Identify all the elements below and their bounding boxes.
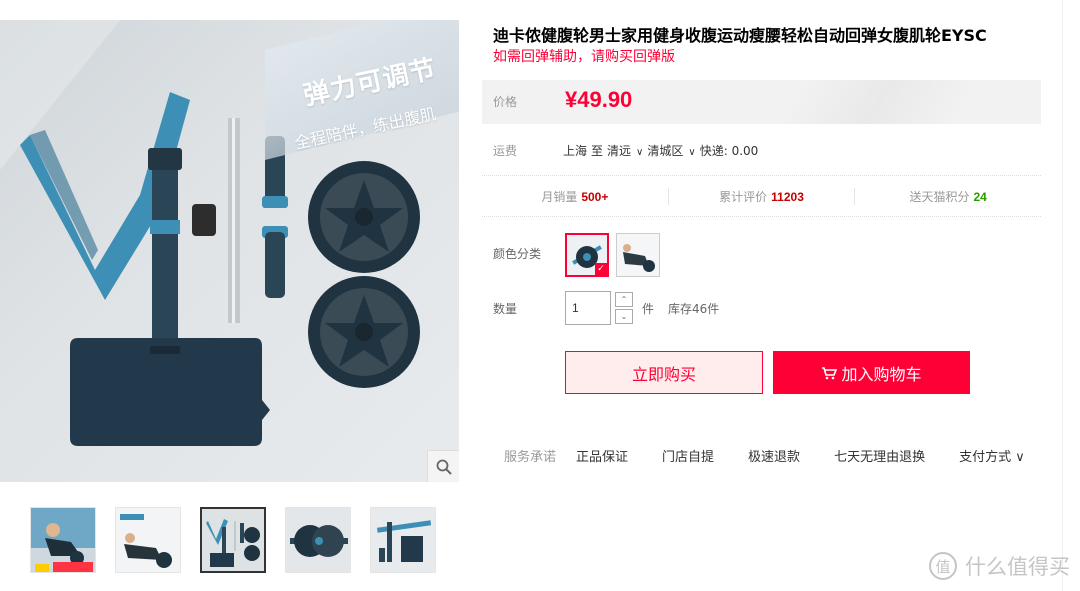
add-to-cart-label: 加入购物车 [841, 364, 922, 384]
monthly-sales-label: 月销量 [541, 189, 578, 204]
quantity-stepper: ⌃ ⌄ [615, 292, 633, 324]
thumbnail-5[interactable] [370, 507, 436, 573]
thumbnail-4[interactable] [285, 507, 351, 573]
thumbnail-image [286, 508, 350, 572]
shipping-district-select[interactable]: 清城区 ∨ [647, 142, 699, 159]
shipping-city-select[interactable]: 清远 ∨ [607, 142, 647, 159]
check-icon: ✓ [595, 263, 607, 275]
service-item-authentic[interactable]: 正品保证 [576, 446, 628, 465]
thumbnail-image [371, 508, 435, 572]
chevron-down-icon: ⌄ [620, 312, 628, 321]
thumbnail-image [116, 508, 180, 572]
buy-now-button[interactable]: 立即购买 [565, 351, 763, 394]
page-divider [1062, 0, 1063, 591]
zoom-button[interactable] [427, 450, 459, 482]
watermark-text: 什么值得买 [965, 555, 1070, 579]
chevron-up-icon: ⌃ [620, 295, 628, 304]
monthly-sales-value: 500+ [581, 189, 609, 204]
increment-button[interactable]: ⌃ [615, 292, 633, 307]
thumbnail-2[interactable] [115, 507, 181, 573]
points-value: 24 [973, 189, 987, 204]
service-item-fast-refund[interactable]: 极速退款 [748, 446, 800, 465]
shipping-city: 清远 [607, 144, 632, 158]
price-label: 价格 [493, 95, 518, 109]
shipping-row: 运费 上海 至 清远 ∨ 清城区 ∨ 快递: 0.00 [493, 142, 762, 159]
service-item-7day-return[interactable]: 七天无理由退换 [834, 446, 925, 465]
decrement-button[interactable]: ⌄ [615, 309, 633, 324]
shipping-label: 运费 [493, 144, 518, 158]
quantity-input[interactable] [565, 291, 611, 325]
thumbnail-3[interactable] [200, 507, 266, 573]
sales-stats: 月销量 500+ 累计评价 11203 送天猫积分 24 [482, 175, 1041, 217]
product-page: 弹力可调节 全程陪伴，练出腹肌 迪卡侬健腹轮男士家用健身收腹运动瘦腰轻松自动回弹… [0, 0, 1080, 591]
buy-now-label: 立即购买 [631, 364, 696, 384]
product-title: 迪卡侬健腹轮男士家用健身收腹运动瘦腰轻松自动回弹女腹肌轮EYSC [493, 26, 987, 45]
chevron-down-icon: ∨ [636, 147, 644, 158]
sku-image [617, 234, 659, 276]
reviews-value: 11203 [771, 189, 804, 204]
thumbnail-image [31, 508, 95, 572]
sku-option-2[interactable] [616, 233, 660, 277]
color-label: 颜色分类 [493, 247, 542, 261]
quantity-label: 数量 [493, 301, 518, 316]
quantity-unit: 件 [642, 301, 655, 316]
thumbnail-image [202, 509, 264, 571]
search-icon [436, 459, 452, 475]
price-value: ¥49.90 [565, 87, 633, 112]
watermark-logo: 值 [929, 552, 957, 580]
monthly-sales-stat: 月销量 500+ [482, 188, 668, 205]
product-subtitle[interactable]: 如需回弹辅助，请购买回弹版 [493, 46, 675, 66]
reviews-stat[interactable]: 累计评价 11203 [667, 187, 855, 205]
thumbnail-strip [30, 507, 436, 573]
shipping-from: 上海 [563, 144, 588, 158]
shipping-express: 快递: 0.00 [699, 144, 759, 158]
add-to-cart-button[interactable]: 加入购物车 [773, 351, 970, 394]
main-product-image[interactable]: 弹力可调节 全程陪伴，练出腹肌 [0, 20, 459, 482]
chevron-down-icon: ∨ [1015, 450, 1025, 465]
payment-methods-label: 支付方式 [959, 450, 1012, 465]
thumbnail-1[interactable] [30, 507, 96, 573]
shipping-to-word: 至 [591, 144, 604, 158]
chevron-down-icon: ∨ [688, 147, 696, 158]
sku-option-1[interactable]: ✓ [565, 233, 609, 277]
cart-icon [822, 366, 838, 379]
quantity-row: 数量 ⌃ ⌄ 件 库存46件 [493, 291, 719, 325]
color-selector: 颜色分类 ✓ [493, 233, 667, 277]
shipping-district: 清城区 [647, 144, 684, 158]
service-item-store-pickup[interactable]: 门店自提 [662, 446, 714, 465]
service-label: 服务承诺 [504, 450, 557, 465]
payment-methods-dropdown[interactable]: 支付方式 ∨ [959, 446, 1025, 465]
points-stat: 送天猫积分 24 [854, 187, 1041, 205]
points-label: 送天猫积分 [909, 189, 970, 204]
stock-count: 库存46件 [668, 301, 720, 316]
service-promises: 服务承诺 正品保证 门店自提 极速退款 七天无理由退换 支付方式 ∨ [504, 446, 1025, 465]
reviews-label: 累计评价 [719, 189, 768, 204]
price-panel: 价格 ¥49.90 [482, 80, 1041, 124]
site-watermark: 值 什么值得买 [929, 551, 1070, 581]
